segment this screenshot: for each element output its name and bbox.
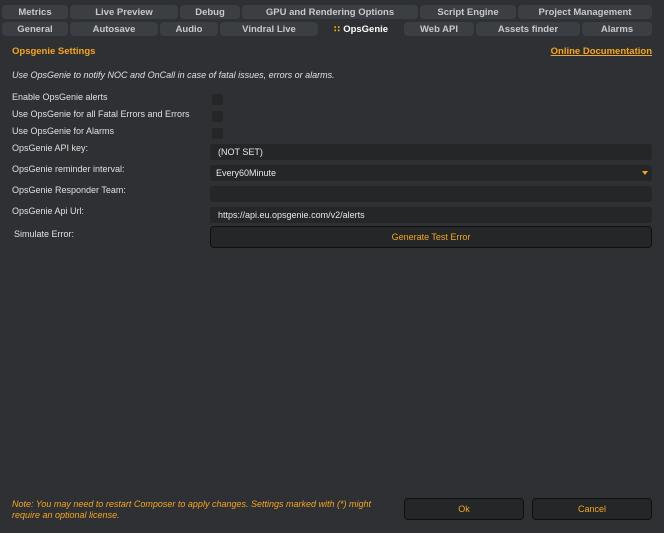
restart-note: Note: You may need to restart Composer t… [12, 499, 372, 520]
tab-script-engine[interactable]: Script Engine [420, 5, 516, 19]
grip-dots-icon: ∷ [333, 23, 341, 34]
tab-audio[interactable]: Audio [160, 22, 218, 36]
tab-debug[interactable]: Debug [180, 5, 240, 19]
fatal-errors-checkbox[interactable] [212, 111, 223, 122]
enable-alerts-checkbox[interactable] [212, 94, 223, 105]
tab-row-top: Metrics Live Preview Debug GPU and Rende… [0, 5, 664, 19]
tab-web-api[interactable]: Web API [404, 22, 474, 36]
tab-gpu-rendering[interactable]: GPU and Rendering Options [242, 5, 418, 19]
tab-project-management[interactable]: Project Management [518, 5, 652, 19]
responder-team-label: OpsGenie Responder Team: [12, 185, 126, 195]
tab-assets-finder[interactable]: Assets finder [476, 22, 580, 36]
api-url-label: OpsGenie Api Url: [12, 206, 85, 216]
tab-alarms[interactable]: Alarms [582, 22, 652, 36]
reminder-interval-label: OpsGenie reminder interval: [12, 164, 125, 174]
ok-button[interactable]: Ok [404, 498, 524, 520]
api-url-input[interactable]: https://api.eu.opsgenie.com/v2/alerts [210, 207, 652, 223]
cancel-button[interactable]: Cancel [532, 498, 652, 520]
generate-test-error-button[interactable]: Generate Test Error [210, 226, 652, 248]
simulate-error-label: Simulate Error: [14, 229, 75, 239]
tab-live-preview[interactable]: Live Preview [70, 5, 178, 19]
tab-general[interactable]: General [2, 22, 68, 36]
reminder-interval-select[interactable]: Every60Minute [210, 165, 652, 181]
api-key-input[interactable]: (NOT SET) [210, 144, 652, 160]
section-title: Opsgenie Settings [12, 46, 96, 57]
tab-autosave[interactable]: Autosave [70, 22, 158, 36]
tab-vindral-live[interactable]: Vindral Live [220, 22, 318, 36]
chevron-down-icon [642, 171, 648, 175]
tab-row-bottom: General Autosave Audio Vindral Live ∷ Ops… [0, 22, 664, 36]
responder-team-input[interactable] [210, 186, 652, 202]
enable-alerts-label: Enable OpsGenie alerts [12, 92, 108, 102]
reminder-interval-value: Every60Minute [216, 168, 277, 178]
tab-metrics[interactable]: Metrics [2, 5, 68, 19]
api-key-label: OpsGenie API key: [12, 143, 89, 153]
online-documentation-link[interactable]: Online Documentation [551, 46, 652, 57]
section-description: Use OpsGenie to notify NOC and OnCall in… [12, 70, 335, 80]
alarms-label: Use OpsGenie for Alarms [12, 126, 115, 136]
tab-opsgenie[interactable]: ∷ OpsGenie [320, 22, 402, 36]
fatal-errors-label: Use OpsGenie for all Fatal Errors and Er… [12, 109, 190, 119]
tab-opsgenie-label: OpsGenie [343, 23, 389, 35]
alarms-checkbox[interactable] [212, 128, 223, 139]
